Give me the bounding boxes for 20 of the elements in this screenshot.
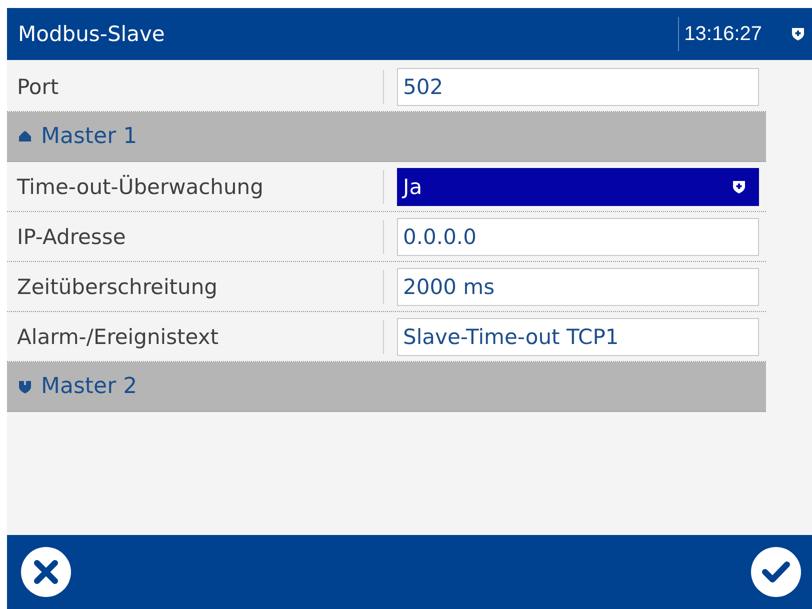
checkmark-icon (761, 560, 791, 584)
field-label: Zeitüberschreitung (16, 274, 218, 298)
dropdown-field[interactable]: Ja (397, 168, 759, 206)
input-field[interactable]: 502 (397, 68, 759, 106)
field-label: Port (16, 74, 60, 98)
section-header[interactable]: Master 1 (7, 112, 766, 162)
section-header[interactable]: Master 2 (7, 362, 766, 412)
input-field[interactable]: 0.0.0.0 (397, 218, 759, 256)
confirm-button[interactable] (751, 547, 801, 597)
clock-time: 13:16:27 (684, 22, 762, 46)
field-label: Time-out-Überwachung (16, 174, 264, 198)
input-field[interactable]: Slave-Time-out TCP1 (397, 318, 759, 356)
input-field[interactable]: 2000 ms (397, 268, 759, 306)
field-label: Alarm-/Ereignistext (16, 324, 220, 348)
window-title: Modbus-Slave (18, 22, 165, 46)
cancel-button[interactable] (21, 547, 71, 597)
shield-plus-icon (791, 27, 805, 41)
close-icon (33, 559, 59, 585)
dropdown-shield-icon (732, 180, 746, 194)
field-label: IP-Adresse (16, 224, 127, 248)
